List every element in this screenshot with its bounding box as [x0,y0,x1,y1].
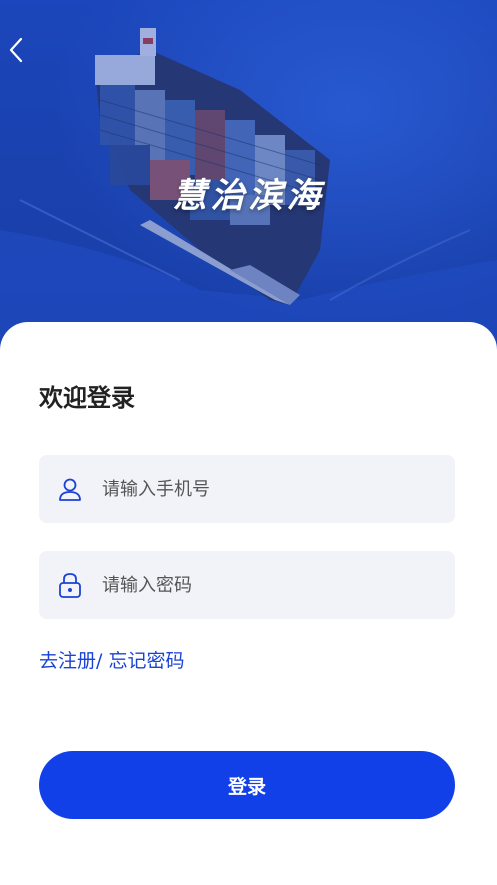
brand-title: 慧治滨海 [172,176,325,216]
welcome-heading: 欢迎登录 [39,384,135,412]
phone-field[interactable] [39,455,455,523]
hero-banner: 慧治滨海 [0,0,497,360]
back-button[interactable] [4,34,28,66]
login-card: 欢迎登录 去注册/ 忘记密码 登录 [0,322,497,885]
register-link[interactable]: 去注册/ [39,650,102,672]
password-input[interactable] [100,573,424,597]
forgot-password-link[interactable]: 忘记密码 [102,650,184,672]
lock-icon [56,571,84,599]
password-field[interactable] [39,551,455,619]
user-icon [56,475,84,503]
phone-input[interactable] [100,477,424,501]
login-button[interactable]: 登录 [39,751,455,819]
account-links: 去注册/ 忘记密码 [39,646,184,673]
chevron-left-icon [9,37,23,63]
